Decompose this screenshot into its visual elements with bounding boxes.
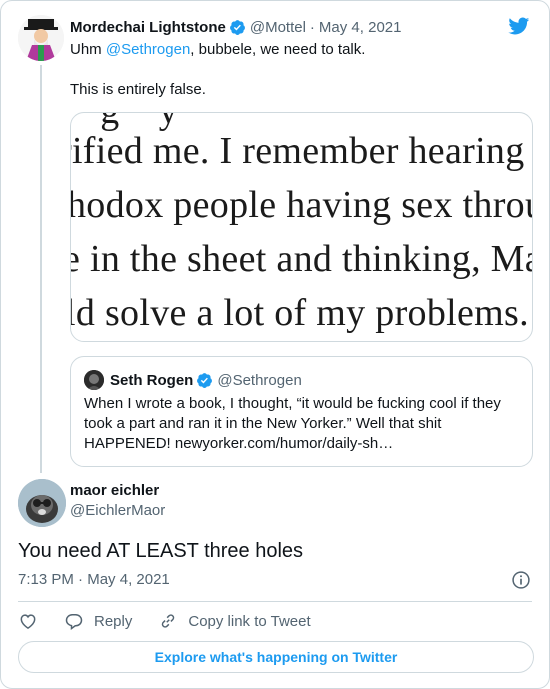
main-tweet-text: You need AT LEAST three holes [18, 540, 304, 562]
tweet-time: 7:13 PM [18, 571, 74, 588]
twitter-bird-icon[interactable] [506, 15, 531, 37]
reply-label: Reply [94, 612, 133, 630]
main-author-avatar[interactable] [18, 479, 66, 527]
verified-badge-icon [229, 19, 245, 35]
parent-tweet-text-line2: This is entirely false. [70, 81, 206, 98]
verified-badge-icon [197, 372, 213, 388]
quoted-author-name: Seth Rogen [110, 371, 194, 389]
parent-tweet-text: Uhm @Sethrogen, bubbele, we need to talk… [70, 40, 530, 60]
parent-author-handle[interactable]: @Mottel [250, 19, 306, 36]
header-separator: · [309, 18, 315, 36]
quoted-tweet[interactable]: Seth Rogen @Sethrogen When I wrote a boo… [70, 356, 533, 467]
link-icon [162, 614, 175, 628]
copy-link-label: Copy link to Tweet [188, 612, 311, 630]
tweet-embed-card: Mordechai Lightstone @Mottel · May 4, 20… [0, 0, 550, 689]
thread-connector [40, 65, 42, 473]
media-text-line: e in the sheet and thinking, Ma [70, 238, 533, 280]
parent-tweet-header: Mordechai Lightstone @Mottel · May 4, 20… [70, 16, 401, 38]
parent-text-suffix: , bubbele, we need to talk. [190, 41, 366, 58]
media-text-line: ld solve a lot of my problems. [70, 292, 529, 334]
reply-button[interactable]: Reply [64, 611, 132, 631]
copy-link-button[interactable]: Copy link to Tweet [158, 611, 311, 631]
main-author-handle[interactable]: @EichlerMaor [70, 502, 165, 519]
reply-bubble-icon [65, 614, 83, 630]
quoted-tweet-text: When I wrote a book, I thought, “it woul… [84, 395, 501, 452]
tweet-media-image[interactable]: g y rified me. I remember hearing a hodo… [70, 112, 533, 342]
mention-link[interactable]: @Sethrogen [106, 41, 190, 58]
parent-tweet-date[interactable]: May 4, 2021 [319, 19, 402, 36]
media-text-line: rified me. I remember hearing a [70, 130, 533, 172]
parent-author-name[interactable]: Mordechai Lightstone [70, 19, 226, 36]
like-button[interactable] [18, 611, 38, 631]
info-icon[interactable] [511, 570, 531, 590]
quoted-author-handle: @Sethrogen [217, 371, 302, 389]
quoted-tweet-header: Seth Rogen @Sethrogen [84, 370, 302, 390]
explore-twitter-button[interactable]: Explore what's happening on Twitter [18, 641, 534, 673]
timestamp-separator: · [78, 571, 84, 588]
quoted-author-avatar [84, 370, 104, 390]
parent-author-avatar[interactable] [18, 15, 64, 61]
parent-text-prefix: Uhm [70, 41, 106, 58]
media-text-line: hodox people having sex throug [70, 184, 533, 226]
heart-icon [20, 614, 36, 629]
tweet-actions: Reply Copy link to Tweet [18, 609, 337, 633]
tweet-date: May 4, 2021 [87, 571, 170, 588]
main-author-name[interactable]: maor eichler [70, 482, 159, 499]
main-tweet-timestamp[interactable]: 7:13 PM · May 4, 2021 [18, 571, 170, 588]
divider [18, 601, 532, 602]
